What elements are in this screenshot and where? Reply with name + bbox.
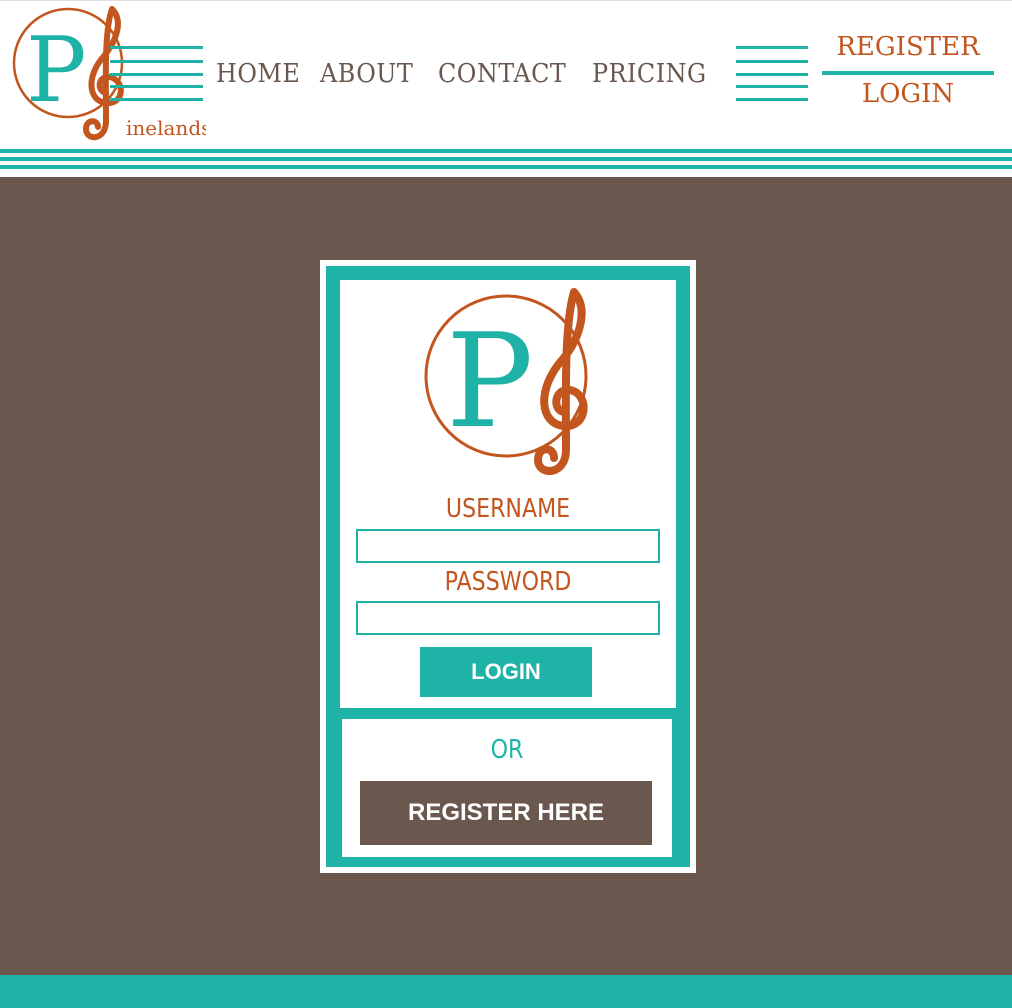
logo-text: inelands — [126, 116, 206, 140]
site-footer — [0, 975, 1012, 1008]
username-input[interactable] — [356, 529, 660, 563]
nav-pricing[interactable]: PRICING — [592, 59, 707, 89]
nav-contact[interactable]: CONTACT — [438, 59, 566, 89]
form-logo: P — [424, 288, 588, 475]
register-here-button[interactable]: REGISTER HERE — [360, 781, 652, 845]
header-login-link[interactable]: LOGIN — [822, 79, 994, 109]
nav-home[interactable]: HOME — [216, 59, 300, 89]
nav-about[interactable]: ABOUT — [320, 59, 413, 89]
staff-line — [110, 73, 203, 76]
or-text: OR — [490, 735, 524, 765]
header-register-link[interactable]: REGISTER — [822, 32, 994, 62]
auth-divider — [822, 71, 994, 75]
password-input[interactable] — [356, 601, 660, 635]
header-stripe — [0, 157, 1012, 161]
main-content: P USERNAME PASSWORD LOGIN OR REGISTER HE… — [0, 177, 1012, 975]
staff-line — [110, 98, 203, 101]
register-panel: OR REGISTER HERE — [342, 719, 672, 857]
card-frame: P USERNAME PASSWORD LOGIN OR REGISTER HE… — [326, 266, 690, 867]
login-card: P USERNAME PASSWORD LOGIN OR REGISTER HE… — [320, 260, 696, 873]
site-header: P inelands HOME ABOUT CONTACT PRICING RE… — [0, 1, 1012, 177]
login-panel: P USERNAME PASSWORD LOGIN — [340, 280, 676, 708]
header-stripe — [0, 165, 1012, 169]
password-label: PASSWORD — [444, 567, 572, 597]
staff-line — [736, 60, 808, 63]
staff-line — [110, 46, 203, 49]
staff-line — [110, 60, 203, 63]
staff-line — [736, 85, 808, 88]
username-label: USERNAME — [445, 494, 571, 524]
form-logo-letter: P — [446, 305, 533, 457]
staff-line — [110, 85, 203, 88]
staff-line — [736, 46, 808, 49]
logo-letter: P — [26, 18, 87, 123]
login-button[interactable]: LOGIN — [420, 647, 592, 697]
staff-line — [736, 73, 808, 76]
staff-line — [736, 98, 808, 101]
header-stripe — [0, 149, 1012, 153]
